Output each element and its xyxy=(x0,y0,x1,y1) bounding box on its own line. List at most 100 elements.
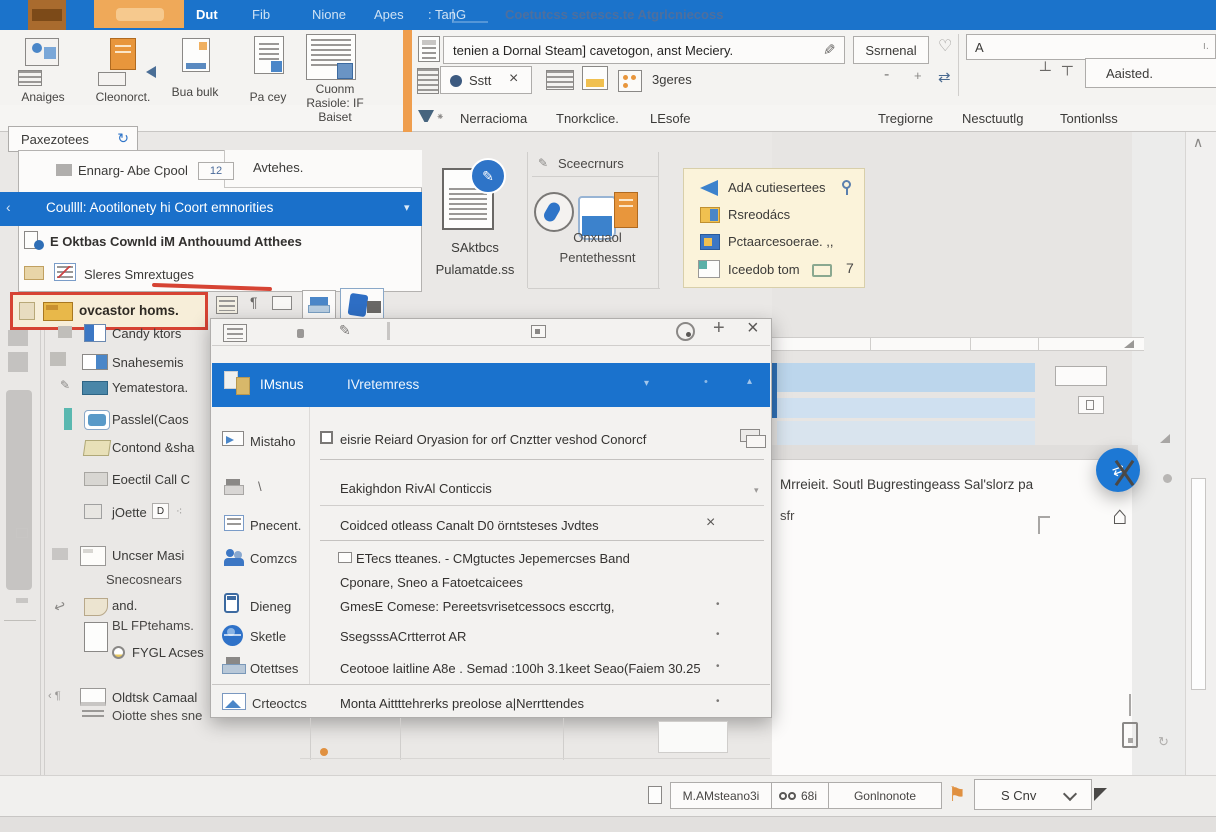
sidebar-item-and[interactable]: ↩ and. BL FPtehams. xyxy=(46,596,208,638)
menu-row-sketle[interactable]: Sketle SsegsssACrtterrot AR • xyxy=(212,623,770,653)
tab-lesofe[interactable]: LEsofe xyxy=(650,111,690,126)
sidebar-item-eoectil[interactable]: Eoectil Call C xyxy=(46,470,208,494)
menu-row-mistaho[interactable]: Mistaho eisrie Reiard Oryasion for orf C… xyxy=(212,419,770,463)
message-lines-icon[interactable] xyxy=(418,36,440,62)
filter-x-icon[interactable] xyxy=(1112,458,1138,490)
menubar-item-3[interactable]: Nione xyxy=(312,7,346,22)
close-icon[interactable]: × xyxy=(509,70,518,88)
menu-close-icon[interactable]: × xyxy=(747,317,759,340)
grid-dots-icon[interactable] xyxy=(618,70,642,92)
view-lines-icon[interactable] xyxy=(546,70,574,90)
quick-list-item-1[interactable]: AdA cutiesertees xyxy=(690,178,858,202)
tab-tnorkclice[interactable]: Tnorkclice. xyxy=(556,111,619,126)
new-contact-button[interactable]: ✎ SAktbcs Pulamatde.ss xyxy=(430,152,520,282)
scrollbar-thumb[interactable] xyxy=(1191,478,1206,690)
checkbox[interactable] xyxy=(320,431,333,444)
list-inline-box-2[interactable] xyxy=(1078,396,1104,414)
sidebar-item-snahesemis[interactable]: Snahesemis xyxy=(46,352,208,376)
menu-row-highlight[interactable]: \ Eakighdon RivAl Conticcis ▾ xyxy=(212,471,770,511)
paragraph-icon[interactable]: ¶ xyxy=(250,294,258,310)
ribbon-button-custom-report[interactable]: Cuonm Rasiole: IF Baiset xyxy=(298,30,372,122)
menu-row-precent[interactable]: Pnecent. Coidced otleass Canalt D0 örnts… xyxy=(212,511,770,543)
sort-button[interactable]: Sstt × xyxy=(440,66,532,94)
swap-icon[interactable]: ⇄ xyxy=(938,68,951,86)
sidebar-item-fygl[interactable]: FYGL Acses xyxy=(46,644,208,666)
account-row-1[interactable]: Ennarg- Abe Cpool 12 xyxy=(18,152,224,190)
ribbon-button-analyze[interactable]: Anaiges xyxy=(10,34,76,106)
refresh-icon[interactable]: ↻ xyxy=(117,130,129,147)
orange-divider xyxy=(403,30,412,132)
menubar-item-file[interactable]: Dut xyxy=(196,7,218,22)
scroll-up-icon[interactable]: ∧ xyxy=(1193,134,1203,151)
sort-asc-icon[interactable]: ┴ xyxy=(1040,62,1051,79)
favorites-tab[interactable]: Paxezotees ↻ xyxy=(8,126,138,152)
list-row-selected-2[interactable] xyxy=(777,398,1035,418)
draw-circle-icon[interactable] xyxy=(534,192,574,232)
column-header-strip[interactable] xyxy=(772,337,1144,351)
sidebar-item-contond[interactable]: Contond &sha xyxy=(46,438,208,462)
menu-small-box-icon[interactable] xyxy=(531,325,546,338)
menu-row-otettses[interactable]: Otettses Ceotooe laitline A8e . Semad :1… xyxy=(212,655,770,683)
app-icon-secondary[interactable] xyxy=(94,0,184,28)
account-row-selected[interactable]: ‹ Coullll: Aootilonety hi Coort emnoriti… xyxy=(0,192,422,226)
calendar-grid-icon[interactable] xyxy=(216,296,238,314)
left-strip-thumb-3[interactable] xyxy=(6,390,32,590)
menu-pin-icon[interactable]: + xyxy=(713,317,725,340)
quick-list-item-2[interactable]: Rsreodács xyxy=(690,205,858,229)
menubar-item-2[interactable]: Fib xyxy=(252,7,270,22)
left-strip-thumb-1[interactable] xyxy=(8,330,28,346)
send-button[interactable]: Ssrnenal xyxy=(853,36,929,64)
address-input[interactable]: A ı. xyxy=(966,34,1216,60)
account-row-3[interactable]: E Oktbas Cownld iM Anthouumd Atthees xyxy=(18,226,422,258)
folder-yellow-icon[interactable] xyxy=(582,66,608,90)
tab-tregiorne[interactable]: Tregiorne xyxy=(878,111,933,126)
list-row-selected-3[interactable] xyxy=(777,421,1035,445)
status-flag-icon[interactable]: ⚑ xyxy=(948,782,966,807)
row-underline xyxy=(320,505,764,506)
sidebar-item-joette[interactable]: jOette D ⁖ xyxy=(46,502,208,526)
status-button-1[interactable]: M.AMsteano3i xyxy=(670,782,772,809)
assigned-dropdown[interactable]: Aaisted. xyxy=(1085,58,1216,88)
menu-row-selected[interactable]: IMsnus IVretemress ▾ • ▴ xyxy=(212,363,770,407)
table-report-icon xyxy=(306,34,356,80)
ribbon-button-bulk[interactable]: Bua bulk xyxy=(160,34,230,106)
tab-nerracioma[interactable]: Nerracioma xyxy=(460,111,527,126)
flag-pole-icon[interactable]: ┬ xyxy=(1062,58,1073,75)
chevron-down-icon[interactable]: ▾ xyxy=(404,201,410,214)
tab-tontionlss[interactable]: Tontionlss xyxy=(1060,111,1118,126)
menu-row-comzcs[interactable]: Comzcs ETecs tteanes. - CMgtuctes Jepeme… xyxy=(212,543,770,585)
close-icon[interactable]: × xyxy=(706,514,715,532)
ribbon-button-pacey[interactable]: Pa cey xyxy=(238,34,298,106)
flag-tag-icon[interactable] xyxy=(272,296,292,310)
minus-icon[interactable]: - xyxy=(884,66,889,84)
menu-circle-icon[interactable] xyxy=(676,322,695,341)
menu-row-crteoctcs[interactable]: Crteoctcs Monta Aittttehrerks preolose a… xyxy=(212,691,770,717)
menu-row-dieneg[interactable]: Dieneg GmesE Comese: Pereetsvrisetcessoc… xyxy=(212,591,770,623)
quick-list-item-4[interactable]: Iceedob tom 7 xyxy=(690,258,858,284)
list-inline-box-1[interactable] xyxy=(1055,366,1107,386)
list-icon[interactable] xyxy=(417,68,439,94)
search-box[interactable]: tenien a Dornal Steam] cavetogon, anst M… xyxy=(443,36,845,64)
selected-tool-button[interactable] xyxy=(340,288,384,322)
app-icon[interactable] xyxy=(28,0,66,30)
sidebar-item-yematestora[interactable]: ✎ Yematestora. xyxy=(46,378,208,402)
menubar-item-4[interactable]: Apes xyxy=(374,7,404,22)
tab-nesctuutlg[interactable]: Nesctuutlg xyxy=(962,111,1023,126)
sidebar-item-candy[interactable]: Candy ktors xyxy=(46,324,208,348)
left-strip-thumb-2[interactable] xyxy=(8,352,28,372)
sidebar-item-passlel[interactable]: Passlel(Caos xyxy=(46,408,208,434)
view-dropdown[interactable]: S Cnv xyxy=(974,779,1092,810)
home-icon[interactable]: ⌂ xyxy=(1112,500,1128,531)
list-row-selected-1[interactable] xyxy=(777,363,1035,392)
status-button-3[interactable]: Gonlnonote xyxy=(828,782,942,809)
divide-icon[interactable]: + xyxy=(914,68,922,83)
menu-pencil-icon[interactable]: ✎ xyxy=(339,322,351,339)
quick-list-item-3[interactable]: Pctaarcesoerae. ,, xyxy=(690,232,858,256)
sidebar-item-uncser[interactable]: Uncser Masi Snecosnears xyxy=(46,546,208,588)
scrollbar-track[interactable] xyxy=(1185,132,1216,816)
gray-box-icon xyxy=(84,472,108,486)
status-button-2[interactable]: 68i xyxy=(771,782,829,809)
heart-icon[interactable]: ♡ xyxy=(938,36,952,56)
menu-grid-icon[interactable] xyxy=(223,324,247,342)
sidebar-item-oldtsk[interactable]: ‹ ¶ Oldtsk Camaal Oiotte shes sne xyxy=(46,686,208,728)
